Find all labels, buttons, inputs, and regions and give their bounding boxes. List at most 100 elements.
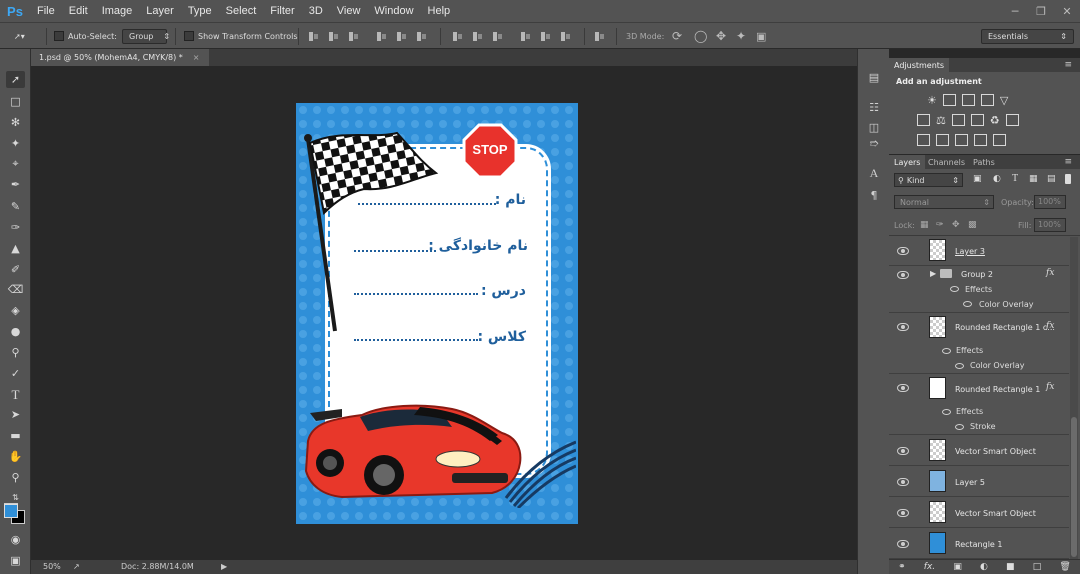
move-tool-preset-icon[interactable]: ➚▾ [14, 28, 25, 44]
tab-paths[interactable]: Paths [968, 155, 1000, 169]
distribute-vcenter-icon[interactable] [472, 31, 483, 42]
rectangle-tool-icon[interactable]: ▬ [6, 427, 25, 444]
layer-row[interactable]: Layer 3 [889, 236, 1069, 266]
auto-select-checkbox[interactable]: Auto-Select: [54, 28, 117, 44]
menu-window[interactable]: Window [367, 0, 420, 22]
document-canvas[interactable]: STOP نام : نام خانوادگی : درس : کلاس : [296, 103, 578, 524]
menu-select[interactable]: Select [219, 0, 264, 22]
black-white-icon[interactable] [951, 114, 965, 126]
menu-layer[interactable]: Layer [139, 0, 181, 22]
layer-row[interactable]: Rectangle 1 [889, 528, 1069, 559]
effect-visibility-icon[interactable] [955, 424, 964, 430]
filter-adjustment-icon[interactable]: ◐ [993, 174, 1001, 184]
align-left-icon[interactable] [376, 31, 387, 42]
distribute-left-icon[interactable] [520, 31, 531, 42]
marquee-tool-icon[interactable]: □ [6, 93, 25, 110]
foreground-color-swatch[interactable] [4, 504, 18, 518]
layer-name[interactable]: Vector Smart Object [955, 447, 1036, 456]
effect-visibility-icon[interactable] [963, 301, 972, 307]
align-hcenter-icon[interactable] [396, 31, 407, 42]
lock-transparent-icon[interactable]: ▦ [920, 220, 929, 230]
gradient-map-icon[interactable] [993, 134, 1006, 146]
crop-tool-icon[interactable]: ⌖ [6, 155, 25, 172]
tab-channels[interactable]: Channels [923, 155, 970, 169]
clone-source-icon[interactable]: ➱ [866, 135, 882, 151]
layer-row[interactable]: ▶ Group 2 fx Effects Color Overlay [889, 266, 1069, 313]
posterize-icon[interactable] [936, 134, 949, 146]
distribute-hcenter-icon[interactable] [540, 31, 551, 42]
distribute-right-icon[interactable] [560, 31, 571, 42]
visibility-eye-icon[interactable] [897, 478, 909, 486]
hand-tool-icon[interactable]: ✋ [6, 448, 25, 465]
screen-mode-icon[interactable]: ▣ [6, 552, 25, 569]
visibility-eye-icon[interactable] [897, 384, 909, 392]
layer-row[interactable]: Vector Smart Object [889, 497, 1069, 528]
eraser-tool-icon[interactable]: ⌫ [6, 281, 25, 298]
lock-pixels-icon[interactable]: ✑ [936, 220, 944, 230]
layer-name[interactable]: Rounded Rectangle 1 [955, 385, 1040, 394]
lock-position-icon[interactable]: ✥ [952, 220, 960, 230]
menu-type[interactable]: Type [181, 0, 219, 22]
tab-layers[interactable]: Layers [889, 155, 926, 169]
healing-brush-tool-icon[interactable]: ✎ [6, 198, 25, 215]
effect-visibility-icon[interactable] [942, 348, 951, 354]
3d-scale-icon[interactable]: ▣ [756, 28, 766, 44]
history-panel-icon[interactable]: ▤ [866, 69, 882, 85]
workspace-dropdown[interactable]: Essentials ⇕ [981, 28, 1074, 44]
filter-pixel-icon[interactable]: ▣ [973, 174, 982, 184]
history-brush-tool-icon[interactable]: ✐ [6, 261, 25, 278]
effect-visibility-icon[interactable] [942, 409, 951, 415]
opacity-input[interactable]: 100% [1034, 195, 1066, 209]
selective-color-icon[interactable] [974, 134, 987, 146]
exposure-icon[interactable] [980, 94, 994, 106]
info-panel-icon[interactable]: ◫ [866, 119, 882, 135]
layer-fx-icon[interactable]: fx [1046, 268, 1054, 278]
minimize-icon[interactable]: ─ [1002, 0, 1028, 22]
3d-drag-icon[interactable]: ✥ [716, 28, 726, 44]
document-tab[interactable]: 1.psd @ 50% (MohemA4, CMYK/8) * × [31, 49, 209, 66]
pen-tool-icon[interactable]: ✓ [6, 365, 25, 382]
path-selection-tool-icon[interactable]: ➤ [6, 406, 25, 423]
channel-mixer-icon[interactable]: ♻ [990, 114, 1000, 127]
close-icon[interactable]: × [193, 53, 200, 62]
new-adjustment-icon[interactable]: ◐ [980, 562, 988, 572]
blur-tool-icon[interactable]: ● [6, 323, 25, 340]
new-layer-icon[interactable]: □ [1033, 562, 1042, 572]
move-tool-icon[interactable]: ➚ [6, 71, 25, 88]
align-vcenter-icon[interactable] [328, 31, 339, 42]
properties-panel-icon[interactable]: ☷ [866, 99, 882, 115]
effect-visibility-icon[interactable] [955, 363, 964, 369]
filter-smart-object-icon[interactable]: ▤ [1047, 174, 1056, 184]
quick-mask-icon[interactable]: ◉ [6, 531, 25, 548]
visibility-eye-icon[interactable] [897, 540, 909, 548]
layer-fx-icon[interactable]: fx [1046, 382, 1054, 392]
photo-filter-icon[interactable] [970, 114, 984, 126]
visibility-eye-icon[interactable] [897, 247, 909, 255]
curves-icon[interactable] [961, 94, 975, 106]
paragraph-panel-icon[interactable]: ¶ [866, 187, 882, 203]
panel-menu-icon[interactable]: ≡ [1064, 60, 1072, 70]
balance-icon[interactable]: ⚖ [936, 114, 946, 127]
menu-file[interactable]: File [30, 0, 62, 22]
layers-scrollbar[interactable] [1070, 237, 1078, 560]
layer-name[interactable]: Group 2 [961, 270, 993, 279]
layer-name[interactable]: Rectangle 1 [955, 540, 1002, 549]
layer-name[interactable]: Rounded Rectangle 1 c... [955, 323, 1055, 332]
eyedropper-tool-icon[interactable]: ✒ [6, 176, 25, 193]
layer-name[interactable]: Layer 5 [955, 478, 985, 487]
type-tool-icon[interactable]: T [6, 386, 25, 403]
distribute-top-icon[interactable] [452, 31, 463, 42]
link-layers-icon[interactable]: ⚭ [898, 562, 906, 572]
align-bottom-icon[interactable] [348, 31, 359, 42]
menu-edit[interactable]: Edit [62, 0, 95, 22]
paint-bucket-tool-icon[interactable]: ◈ [6, 302, 25, 319]
invert-icon[interactable] [917, 134, 930, 146]
layer-fx-icon[interactable]: fx [1046, 321, 1054, 331]
magic-wand-tool-icon[interactable]: ✦ [6, 135, 25, 152]
color-lookup-icon[interactable] [1005, 114, 1019, 126]
lock-all-icon[interactable]: ▩ [968, 220, 977, 230]
delete-layer-icon[interactable]: 🗑 [1059, 562, 1070, 572]
menu-help[interactable]: Help [421, 0, 458, 22]
show-transform-checkbox[interactable]: Show Transform Controls [184, 28, 298, 44]
3d-slide-icon[interactable]: ✦ [736, 28, 746, 44]
